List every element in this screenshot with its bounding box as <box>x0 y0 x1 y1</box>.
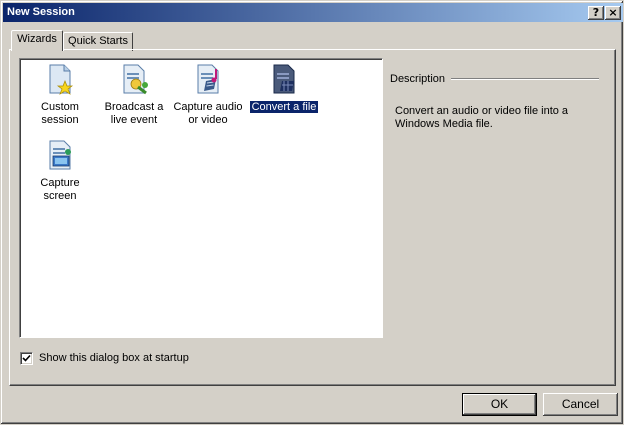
wizard-convert-file[interactable]: Convert a file <box>246 63 322 129</box>
wizard-label: Capture screen <box>40 177 80 202</box>
wizard-label: Convert a file <box>248 100 320 114</box>
startup-checkbox[interactable] <box>20 352 33 365</box>
wizard-label: Capture audio or video <box>173 101 243 126</box>
wizard-capture-screen[interactable]: Capture screen <box>22 139 98 205</box>
convert-file-icon <box>273 64 295 94</box>
wizard-label: Broadcast a live event <box>104 101 164 126</box>
custom-session-icon <box>49 64 74 95</box>
broadcast-icon <box>123 64 148 95</box>
wizard-list[interactable]: Custom session Broadcast a live event Ca… <box>19 58 383 338</box>
new-session-dialog: New Session ? × Wizards Quick Starts Cus… <box>0 0 624 425</box>
wizard-broadcast-live-event[interactable]: Broadcast a live event <box>96 63 172 129</box>
description-heading: Description <box>390 73 446 85</box>
capture-screen-icon <box>49 140 71 170</box>
startup-checkbox-label[interactable]: Show this dialog box at startup <box>39 352 189 365</box>
window-title: New Session <box>7 6 75 18</box>
cancel-button[interactable]: Cancel <box>543 393 618 416</box>
description-divider <box>451 78 599 80</box>
capture-av-icon <box>197 64 219 94</box>
wizard-custom-session[interactable]: Custom session <box>22 63 98 129</box>
title-bar[interactable]: New Session ? × <box>3 3 623 22</box>
close-button[interactable]: × <box>605 6 621 20</box>
wizard-capture-audio-video[interactable]: Capture audio or video <box>170 63 246 129</box>
checkmark-icon <box>22 354 31 362</box>
help-button[interactable]: ? <box>588 6 604 20</box>
ok-button[interactable]: OK <box>462 393 537 416</box>
description-text: Convert an audio or video file into a Wi… <box>395 105 569 130</box>
wizard-label: Custom session <box>41 101 79 126</box>
tab-wizards[interactable]: Wizards <box>11 30 63 51</box>
